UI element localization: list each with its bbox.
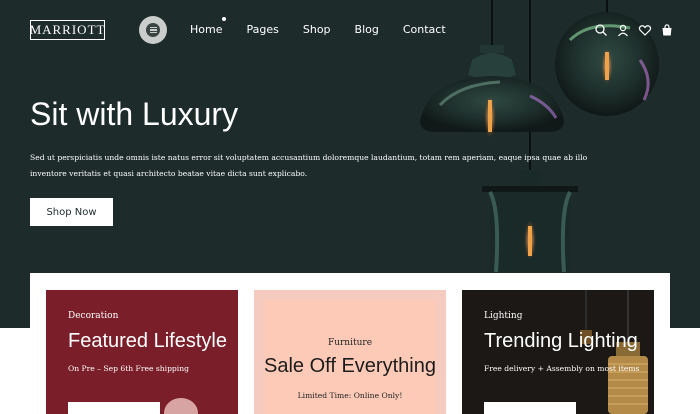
card-button[interactable] xyxy=(68,402,160,414)
nav-label: Shop xyxy=(302,23,331,36)
nav-label: Home xyxy=(190,23,223,36)
card-subtitle: Free delivery + Assembly on most items xyxy=(484,364,640,373)
card-lighting[interactable]: Lighting Trending Lighting Free delivery… xyxy=(462,290,654,414)
bag-icon[interactable] xyxy=(660,22,674,36)
card-button[interactable] xyxy=(484,402,576,414)
card-subtitle: Limited Time: Online Only! xyxy=(297,391,403,400)
shop-now-label: Shop Now xyxy=(46,206,97,218)
nav-item-pages[interactable]: Pages xyxy=(246,23,278,36)
card-title: Sale Off Everything xyxy=(264,355,436,377)
card-title: Featured Lifestyle xyxy=(68,330,227,352)
card-eyebrow: Decoration xyxy=(68,311,119,321)
hero-description: Sed ut perspiciatis unde omnis iste natu… xyxy=(30,153,588,178)
header-icons xyxy=(594,22,674,37)
brand-logo[interactable]: MARRIOTT xyxy=(30,20,105,40)
logo-text: MARRIOTT xyxy=(29,22,106,37)
nav-item-blog[interactable]: Blog xyxy=(355,23,379,36)
nav-item-home[interactable]: Home xyxy=(190,17,227,36)
nav-item-shop[interactable]: Shop xyxy=(303,23,331,36)
nav-label: Blog xyxy=(354,23,379,36)
shop-now-button[interactable]: Shop Now xyxy=(30,198,113,226)
card-eyebrow: Lighting xyxy=(484,311,523,321)
decor-image xyxy=(164,398,198,414)
user-icon[interactable] xyxy=(616,22,630,37)
active-dot xyxy=(222,17,227,21)
hamburger-icon xyxy=(146,23,160,37)
card-subtitle: On Pre – Sep 6th Free shipping xyxy=(68,364,189,373)
card-decoration[interactable]: Decoration Featured Lifestyle On Pre – S… xyxy=(46,290,238,414)
card-eyebrow: Furniture xyxy=(327,338,373,348)
search-icon[interactable] xyxy=(594,22,608,36)
category-cards: Decoration Featured Lifestyle On Pre – S… xyxy=(30,273,670,414)
menu-toggle-button[interactable] xyxy=(139,16,167,44)
card-furniture[interactable]: Furniture Sale Off Everything Limited Ti… xyxy=(254,290,446,414)
nav-label: Pages xyxy=(246,23,279,36)
card-title: Trending Lighting xyxy=(484,330,638,352)
heart-icon[interactable] xyxy=(638,22,652,36)
hero-title: Sit with Luxury xyxy=(30,96,239,132)
